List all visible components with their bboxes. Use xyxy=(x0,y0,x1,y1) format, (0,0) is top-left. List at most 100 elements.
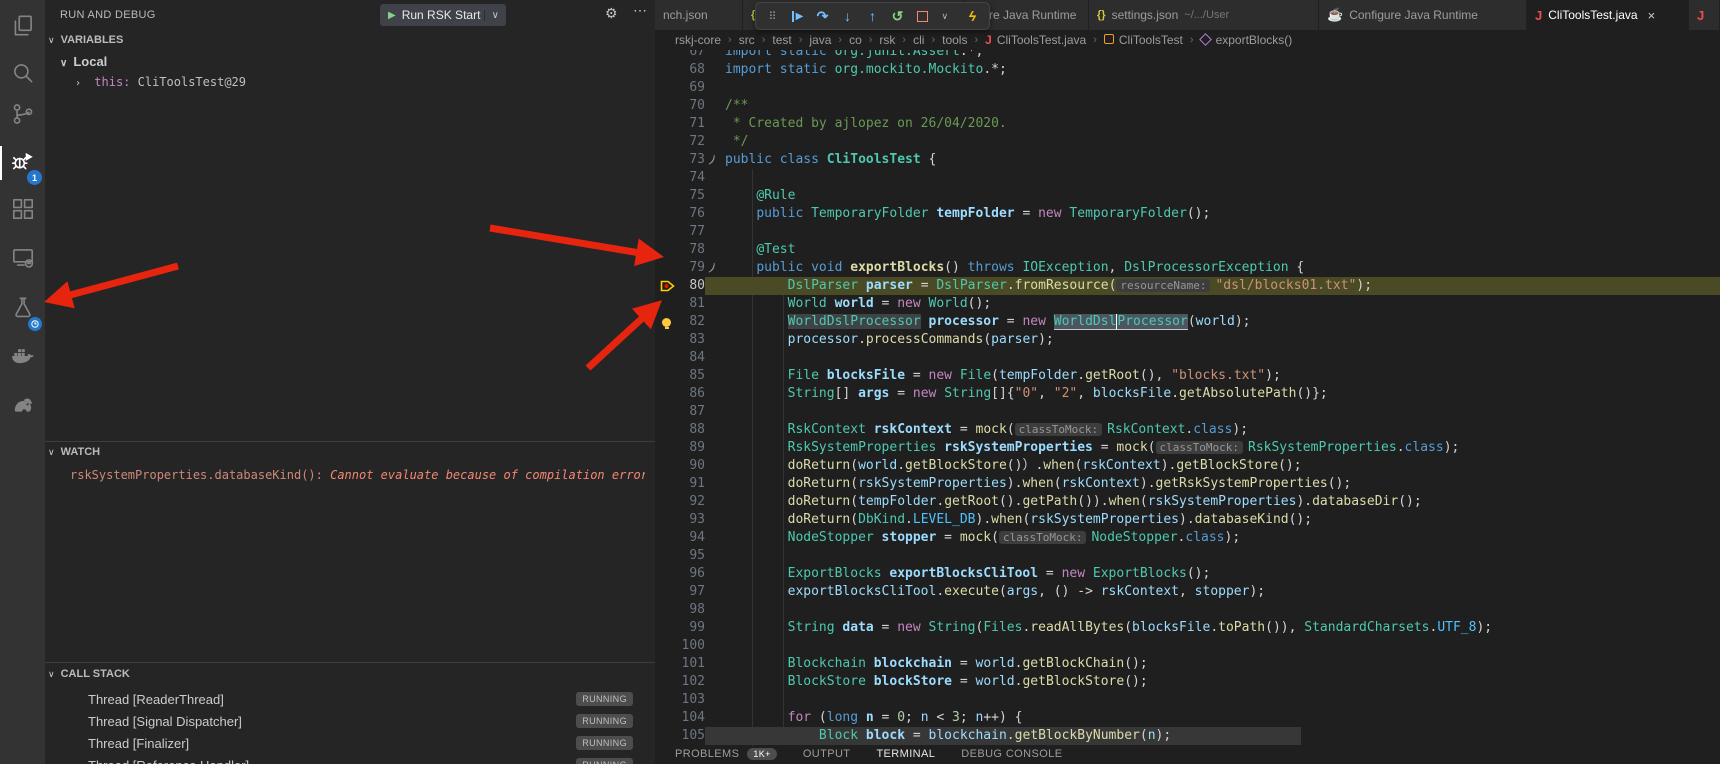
code-editor[interactable]: 67import static org.junit.Assert.*;68imp… xyxy=(655,43,1720,745)
line-number[interactable]: 79 xyxy=(679,259,705,277)
line-number[interactable]: 80 xyxy=(679,277,705,295)
code-text[interactable] xyxy=(721,691,1720,709)
code-text[interactable] xyxy=(721,637,1720,655)
line-number[interactable]: 85 xyxy=(679,367,705,385)
tab-clitoolstest-java[interactable]: JCliToolsTest.java× xyxy=(1527,0,1689,30)
line-number[interactable]: 94 xyxy=(679,529,705,547)
activity-item-gradle[interactable] xyxy=(0,385,45,427)
code-text[interactable]: ExportBlocks exportBlocksCliTool = new E… xyxy=(721,565,1720,583)
line-number[interactable]: 102 xyxy=(679,673,705,691)
breakpoint-margin[interactable] xyxy=(655,673,679,691)
code-text[interactable]: RskSystemProperties rskSystemProperties … xyxy=(721,439,1720,457)
code-text[interactable]: @Rule xyxy=(721,187,1720,205)
breakpoint-margin[interactable] xyxy=(655,493,679,511)
line-number[interactable]: 92 xyxy=(679,493,705,511)
code-text[interactable]: @Test xyxy=(721,241,1720,259)
breadcrumb-item-rsk[interactable]: rsk xyxy=(879,33,895,47)
line-number[interactable]: 90 xyxy=(679,457,705,475)
tab-nch-json[interactable]: nch.json xyxy=(655,0,743,30)
gear-icon[interactable]: ⚙ xyxy=(605,5,618,22)
breakpoint-margin[interactable] xyxy=(655,475,679,493)
code-text[interactable] xyxy=(721,403,1720,421)
fold-marker-icon[interactable]: ) xyxy=(705,259,721,277)
fold-marker-icon[interactable]: ) xyxy=(705,151,721,169)
line-number[interactable]: 69 xyxy=(679,79,705,97)
breakpoint-margin[interactable] xyxy=(655,511,679,529)
line-number[interactable]: 84 xyxy=(679,349,705,367)
call-stack-thread[interactable]: Thread [Reference Handler]RUNNING xyxy=(45,754,655,764)
line-number[interactable]: 104 xyxy=(679,709,705,727)
line-number[interactable]: 77 xyxy=(679,223,705,241)
line-number[interactable]: 72 xyxy=(679,133,705,151)
section-divider[interactable] xyxy=(45,662,655,663)
code-text[interactable]: WorldDslProcessor processor = new WorldD… xyxy=(721,313,1720,331)
line-number[interactable]: 73 xyxy=(679,151,705,169)
activity-item-extensions[interactable] xyxy=(0,190,45,232)
code-text[interactable]: DslParser parser = DslParser.fromResourc… xyxy=(721,277,1720,295)
line-number[interactable]: 87 xyxy=(679,403,705,421)
line-number[interactable]: 100 xyxy=(679,637,705,655)
breakpoint-margin[interactable] xyxy=(655,169,679,187)
line-number[interactable]: 89 xyxy=(679,439,705,457)
call-stack-thread[interactable]: Thread [ReaderThread]RUNNING xyxy=(45,688,655,710)
variables-section-header[interactable]: ∨VARIABLES xyxy=(48,34,123,46)
stop-button[interactable] xyxy=(910,4,935,28)
breadcrumb-class[interactable]: CliToolsTest xyxy=(1104,33,1183,47)
breadcrumb-file[interactable]: JCliToolsTest.java xyxy=(985,33,1086,47)
breakpoint-margin[interactable] xyxy=(655,187,679,205)
line-number[interactable]: 82 xyxy=(679,313,705,331)
step-into-button[interactable]: ↓ xyxy=(835,4,860,28)
chevron-down-icon[interactable]: ∨ xyxy=(484,10,506,21)
breakpoint-margin[interactable] xyxy=(655,619,679,637)
drag-handle-icon[interactable]: ⠿ xyxy=(760,4,785,28)
breakpoint-margin[interactable] xyxy=(655,133,679,151)
breadcrumb-item-tools[interactable]: tools xyxy=(942,33,967,47)
continue-button[interactable]: ▶ xyxy=(785,4,810,28)
breakpoint-margin[interactable] xyxy=(655,223,679,241)
code-text[interactable]: String data = new String(Files.readAllBy… xyxy=(721,619,1720,637)
breakpoint-margin[interactable] xyxy=(655,637,679,655)
breakpoint-margin[interactable] xyxy=(655,259,679,277)
code-text[interactable]: Block block = blockchain.getBlockByNumbe… xyxy=(721,727,1720,745)
code-text[interactable]: Blockchain blockchain = world.getBlockCh… xyxy=(721,655,1720,673)
activity-item-testing[interactable] xyxy=(0,289,45,331)
breakpoint-margin[interactable] xyxy=(655,655,679,673)
breakpoint-margin[interactable] xyxy=(655,457,679,475)
call-stack-thread[interactable]: Thread [Signal Dispatcher]RUNNING xyxy=(45,710,655,732)
code-text[interactable] xyxy=(721,223,1720,241)
line-number[interactable]: 76 xyxy=(679,205,705,223)
breakpoint-margin[interactable] xyxy=(655,97,679,115)
hot-code-replace-button[interactable]: ϟ xyxy=(960,4,985,28)
line-number[interactable]: 101 xyxy=(679,655,705,673)
breakpoint-margin[interactable] xyxy=(655,565,679,583)
panel-tab-problems[interactable]: PROBLEMS1K+ xyxy=(675,748,777,760)
line-number[interactable]: 83 xyxy=(679,331,705,349)
run-configuration-dropdown[interactable]: ▶ Run RSK Start ∨ xyxy=(380,4,506,26)
line-number[interactable]: 97 xyxy=(679,583,705,601)
line-number[interactable]: 88 xyxy=(679,421,705,439)
line-number[interactable]: 68 xyxy=(679,61,705,79)
variable-this[interactable]: › this: CliToolsTest@29 xyxy=(75,75,246,89)
close-icon[interactable]: × xyxy=(1648,8,1656,23)
stop-chevron-icon[interactable]: ∨ xyxy=(935,4,960,28)
code-text[interactable]: */ xyxy=(721,133,1720,151)
line-number[interactable]: 98 xyxy=(679,601,705,619)
breadcrumb-item-rskj-core[interactable]: rskj-core xyxy=(675,33,721,47)
step-out-button[interactable]: ↑ xyxy=(860,4,885,28)
code-text[interactable] xyxy=(721,79,1720,97)
code-text[interactable]: * Created by ajlopez on 26/04/2020. xyxy=(721,115,1720,133)
breadcrumb-item-test[interactable]: test xyxy=(772,33,791,47)
breakpoint-margin[interactable] xyxy=(655,241,679,259)
line-number[interactable]: 91 xyxy=(679,475,705,493)
panel-tab-debug-console[interactable]: DEBUG CONSOLE xyxy=(961,748,1062,760)
restart-button[interactable]: ↺ xyxy=(885,4,910,28)
breadcrumb-method[interactable]: exportBlocks() xyxy=(1201,33,1293,47)
line-number[interactable]: 105 xyxy=(679,727,705,745)
breakpoint-margin[interactable] xyxy=(655,151,679,169)
watch-expression[interactable]: rskSystemProperties.databaseKind(): Cann… xyxy=(70,468,645,482)
code-text[interactable]: World world = new World(); xyxy=(721,295,1720,313)
code-text[interactable]: BlockStore blockStore = world.getBlockSt… xyxy=(721,673,1720,691)
lightbulb-icon[interactable] xyxy=(655,313,679,331)
activity-item-docker[interactable] xyxy=(0,337,45,379)
breakpoint-margin[interactable] xyxy=(655,403,679,421)
